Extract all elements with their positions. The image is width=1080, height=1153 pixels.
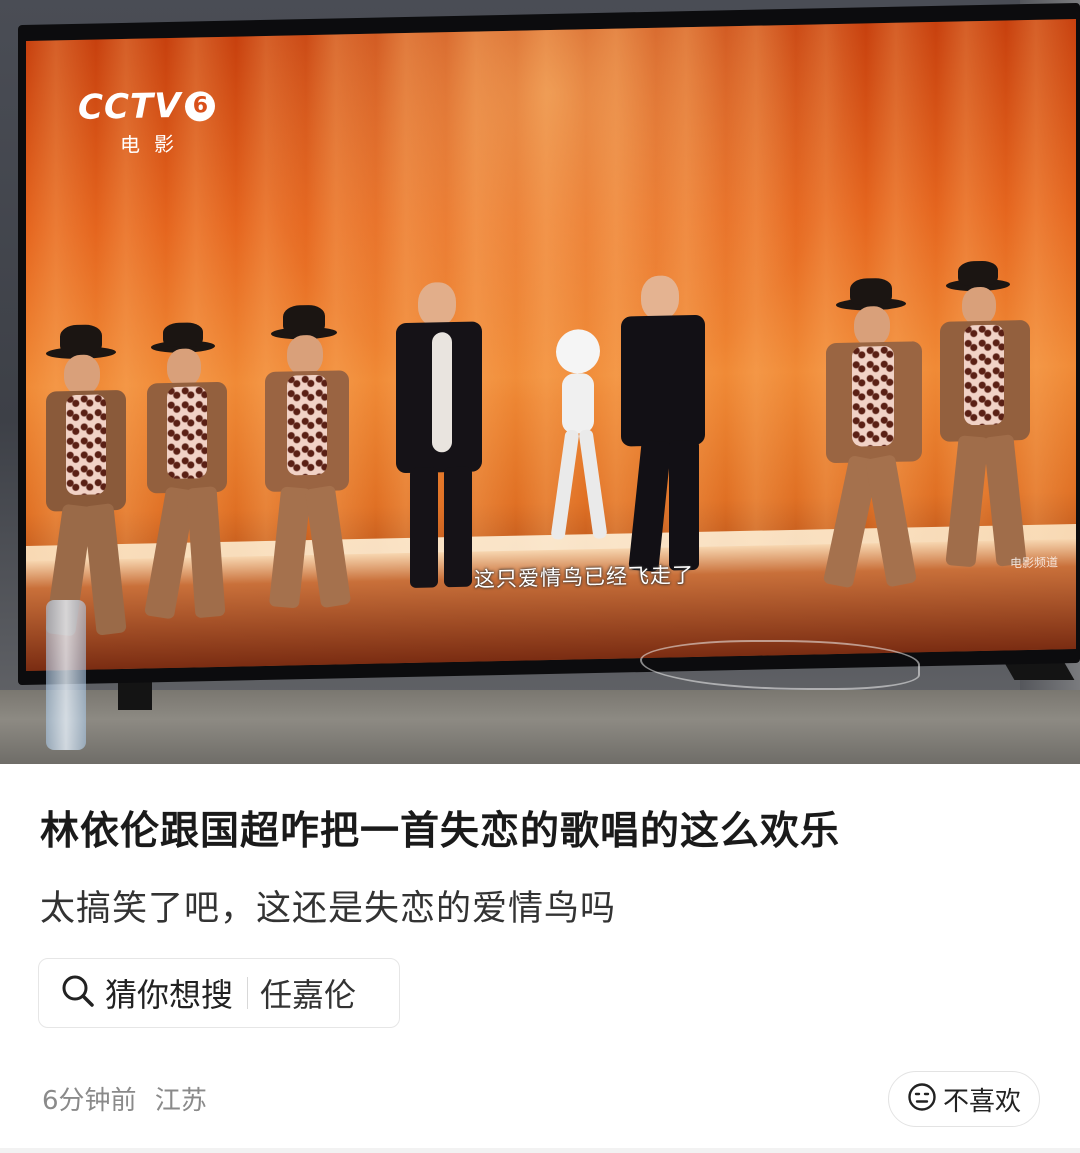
logo-text: CCTV: [78, 85, 182, 128]
water-bottle: [46, 600, 86, 750]
tv-subtitle: 这只爱情鸟已经飞走了: [474, 563, 694, 592]
cables: [640, 640, 920, 690]
divider: [0, 1148, 1080, 1153]
search-icon: [61, 974, 95, 1012]
sad-face-icon: [907, 1082, 937, 1116]
post-image[interactable]: CCTV 6 电影 这只爱情鸟已经飞走了 电影频道: [0, 0, 1080, 764]
cctv6-logo: CCTV 6 电影: [78, 85, 216, 159]
logo-number: 6: [185, 91, 216, 122]
dislike-label: 不喜欢: [942, 1086, 1021, 1117]
tv-cabinet: [0, 690, 1080, 764]
post-body: 太搞笑了吧，这还是失恋的爱情鸟吗: [40, 889, 617, 929]
post-meta: 6分钟前 江苏: [42, 1080, 207, 1117]
post-title: 林依伦跟国超咋把一首失恋的歌唱的这么欢乐: [40, 809, 841, 854]
logo-subtext: 电影: [120, 131, 188, 158]
suggest-keyword[interactable]: 任嘉伦: [260, 970, 356, 1016]
post-location: 江苏: [154, 1086, 207, 1116]
tv-screen: CCTV 6 电影 这只爱情鸟已经飞走了 电影频道: [26, 19, 1076, 671]
suggest-label: 猜你想搜: [105, 976, 234, 1014]
tv-watermark: 电影频道: [1009, 555, 1058, 571]
dislike-button[interactable]: 不喜欢: [888, 1071, 1040, 1127]
post-time: 6分钟前: [42, 1086, 137, 1116]
chip-divider: [247, 977, 249, 1009]
suggest-search-chip[interactable]: 猜你想搜 任嘉伦: [38, 958, 400, 1028]
